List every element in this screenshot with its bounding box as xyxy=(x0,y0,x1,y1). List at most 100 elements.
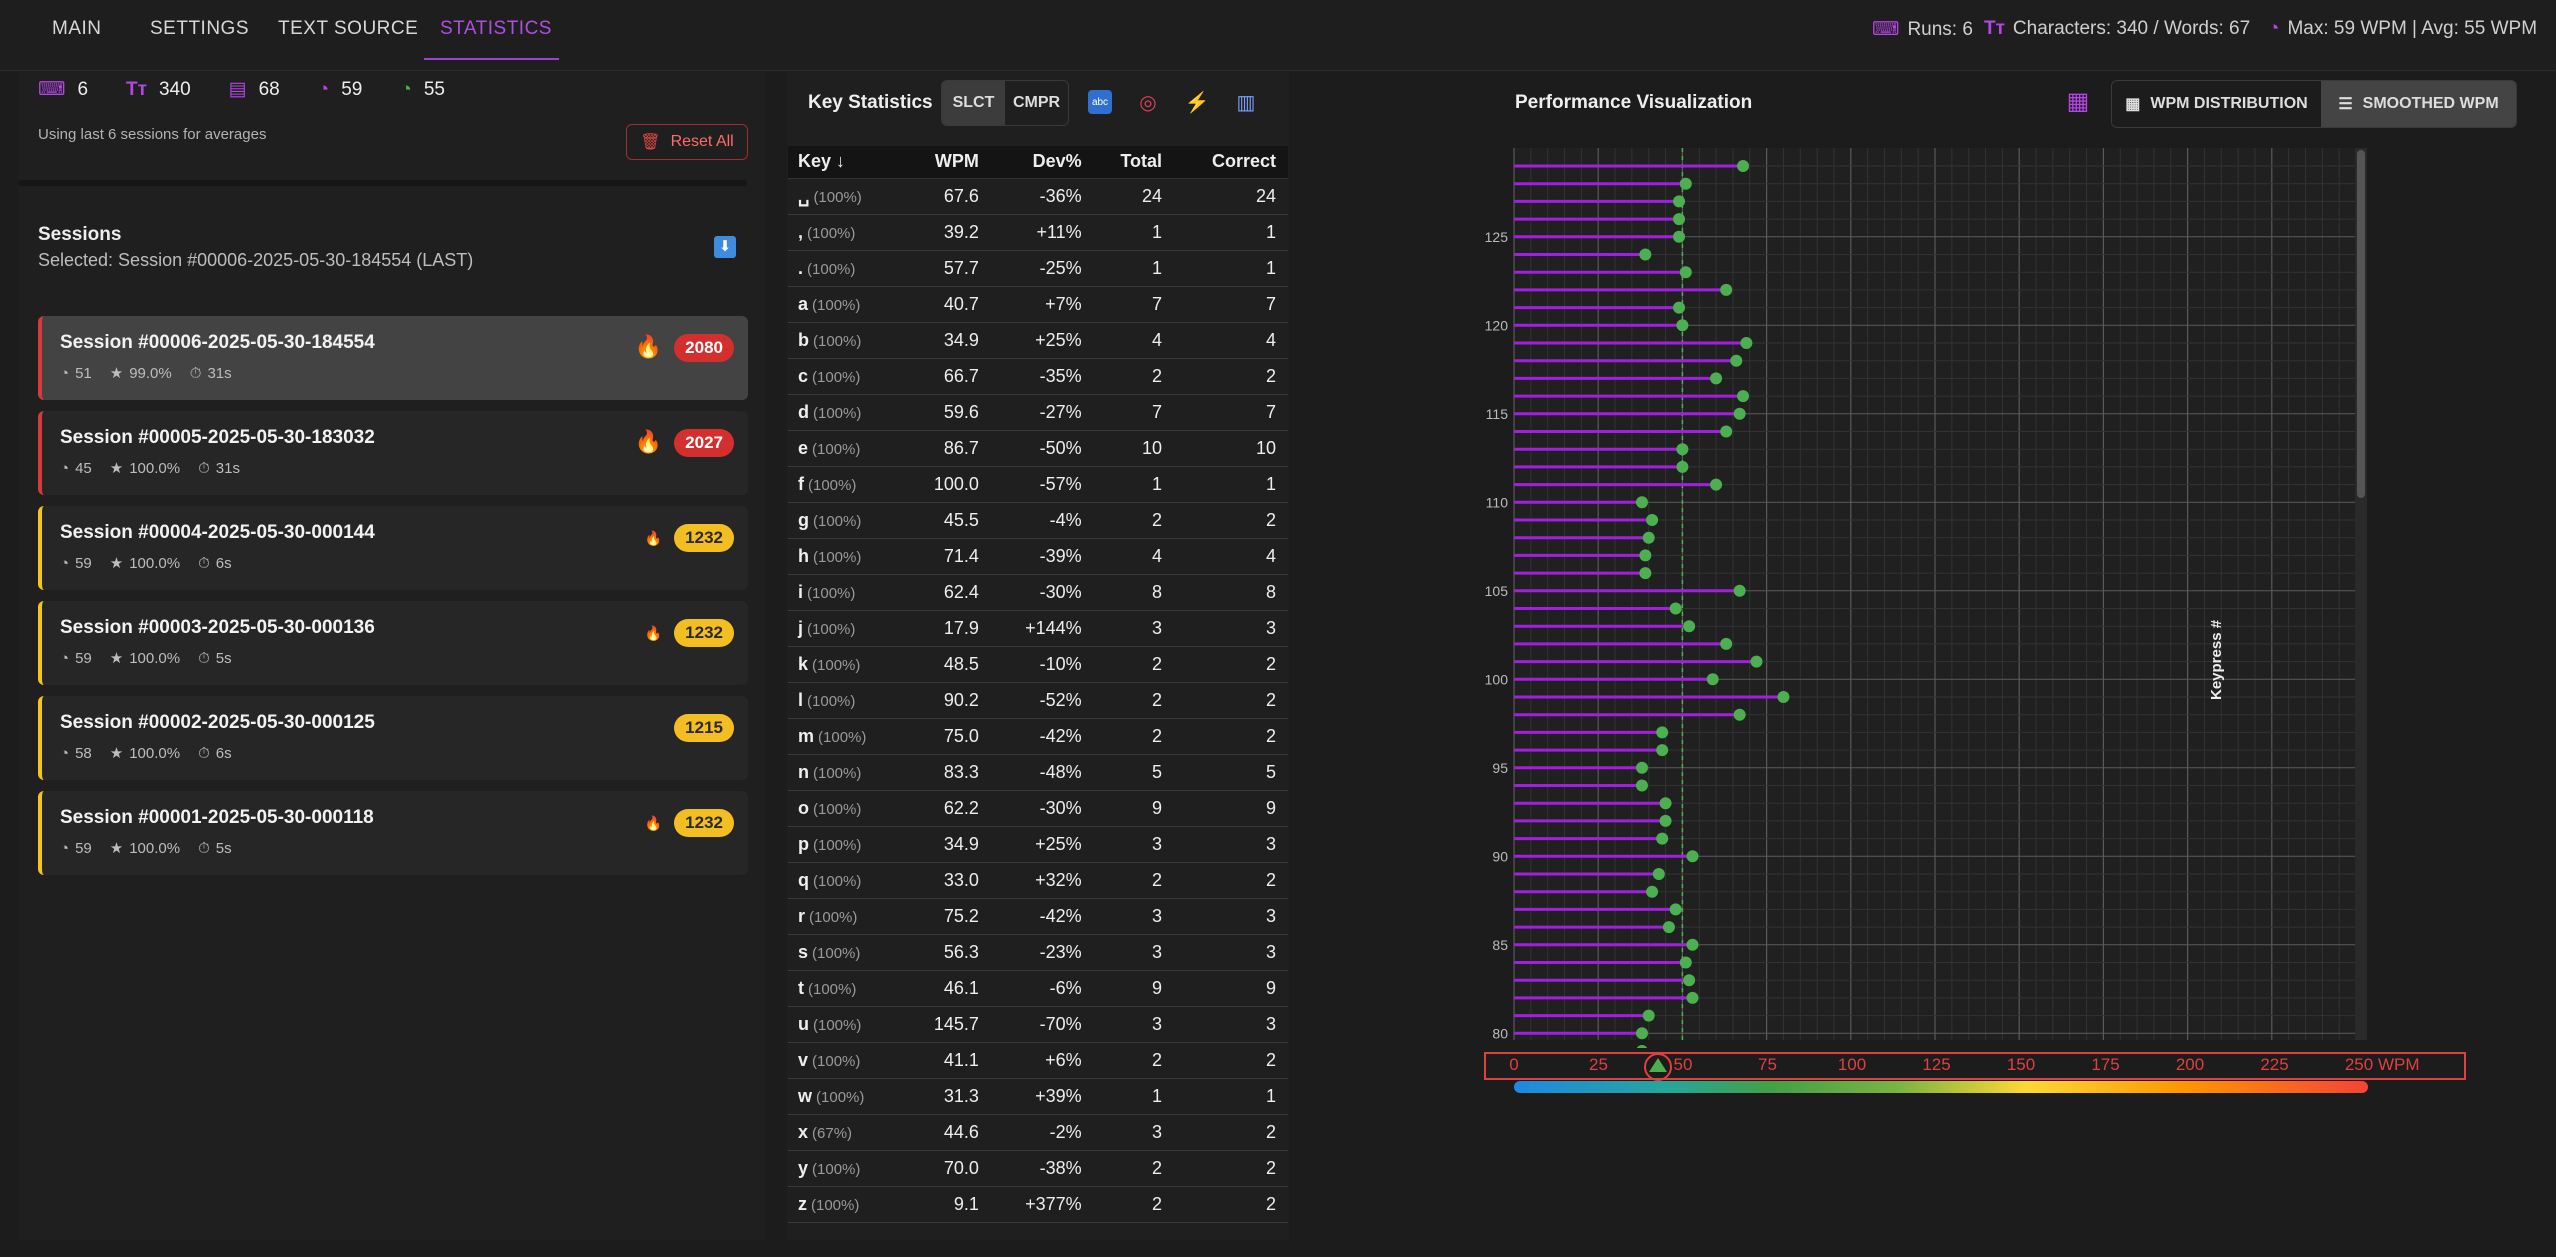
lollipop-dot xyxy=(1733,708,1746,721)
col-total-header[interactable]: Total xyxy=(1093,146,1175,179)
y-tick-label: 115 xyxy=(1486,406,1509,422)
wpm-cell: 57.7 xyxy=(905,250,991,287)
lollipop-dot xyxy=(1679,266,1692,279)
table-row[interactable]: o (100%) 62.2 -30% 9 9 xyxy=(788,790,1288,827)
lollipop-dot xyxy=(1676,460,1689,473)
table-row[interactable]: v (100%) 41.1 +6% 2 2 xyxy=(788,1042,1288,1079)
total-cell: 1 xyxy=(1093,1078,1175,1115)
col-key-header[interactable]: Key ↓ xyxy=(788,146,906,179)
lollipop-dot xyxy=(1679,956,1692,969)
target-icon[interactable]: ◎ xyxy=(1136,90,1160,114)
table-row[interactable]: ␣ (100%) 67.6 -36% 24 24 xyxy=(788,178,1288,215)
summary-stats: ⌨ 6 Tт 340 ▤ 68 ◔ 59 ◔ 55 xyxy=(38,78,445,101)
abc-icon[interactable]: abc xyxy=(1088,90,1112,114)
table-row[interactable]: c (100%) 66.7 -35% 2 2 xyxy=(788,358,1288,395)
correct-cell: 2 xyxy=(1174,358,1288,395)
dev-cell: -52% xyxy=(990,682,1094,719)
wpm-cell: 31.3 xyxy=(905,1078,991,1115)
x-tick-label: 125 xyxy=(1922,1055,1951,1074)
correct-cell: 9 xyxy=(1174,970,1288,1007)
session-time: ⏱ 31s xyxy=(189,364,232,382)
table-row[interactable]: r (100%) 75.2 -42% 3 3 xyxy=(788,898,1288,935)
key-cell: . (100%) xyxy=(788,250,906,287)
table-row[interactable]: s (100%) 56.3 -23% 3 3 xyxy=(788,934,1288,971)
table-row[interactable]: f (100%) 100.0 -57% 1 1 xyxy=(788,466,1288,503)
bar-chart-icon[interactable]: ▥ xyxy=(1234,90,1258,114)
table-row[interactable]: l (100%) 90.2 -52% 2 2 xyxy=(788,682,1288,719)
session-meta: ◔ 51 ★ 99.0% ⏱ 31s xyxy=(60,364,232,383)
table-row[interactable]: g (100%) 45.5 -4% 2 2 xyxy=(788,502,1288,539)
text-size-icon: Tт xyxy=(126,78,147,100)
session-score-badge: 2080 xyxy=(674,334,734,362)
wpm-cell: 100.0 xyxy=(905,466,991,503)
tab-main[interactable]: MAIN xyxy=(52,0,102,60)
x-tick-label: 225 xyxy=(2260,1055,2289,1074)
table-row[interactable]: i (100%) 62.4 -30% 8 8 xyxy=(788,574,1288,611)
table-row[interactable]: . (100%) 57.7 -25% 1 1 xyxy=(788,250,1288,287)
col-dev-header[interactable]: Dev% xyxy=(990,146,1094,179)
key-cell: m (100%) xyxy=(788,718,906,755)
table-row[interactable]: y (100%) 70.0 -38% 2 2 xyxy=(788,1150,1288,1187)
lollipop-dot xyxy=(1730,354,1743,367)
table-row[interactable]: j (100%) 17.9 +144% 3 3 xyxy=(788,610,1288,647)
table-row[interactable]: b (100%) 34.9 +25% 4 4 xyxy=(788,322,1288,359)
total-cell: 2 xyxy=(1093,862,1175,899)
table-row[interactable]: m (100%) 75.0 -42% 2 2 xyxy=(788,718,1288,755)
tab-text-source[interactable]: TEXT SOURCE xyxy=(278,0,418,60)
table-row[interactable]: u (100%) 145.7 -70% 3 3 xyxy=(788,1006,1288,1043)
lollipop-dot xyxy=(1639,248,1652,261)
reset-all-button[interactable]: 🗑 Reset All xyxy=(626,124,748,160)
lightning-icon[interactable]: ⚡ xyxy=(1185,90,1210,114)
lollipop-dot xyxy=(1635,496,1648,509)
averages-note: Using last 6 sessions for averages xyxy=(38,126,267,143)
wpm-cell: 17.9 xyxy=(905,610,991,647)
table-row[interactable]: z (100%) 9.1 +377% 2 2 xyxy=(788,1186,1288,1223)
x-tick-label: 25 xyxy=(1589,1055,1608,1074)
session-item[interactable]: Session #00006-2025-05-30-184554 ◔ 51 ★ 99.0… xyxy=(38,316,748,400)
table-row[interactable]: p (100%) 34.9 +25% 3 3 xyxy=(788,826,1288,863)
tab-settings[interactable]: SETTINGS xyxy=(150,0,249,60)
dev-cell: +377% xyxy=(990,1186,1094,1223)
header-chars-words: Tт Characters: 340 / Words: 67 xyxy=(1984,18,2251,39)
table-row[interactable]: w (100%) 31.3 +39% 1 1 xyxy=(788,1078,1288,1115)
table-row[interactable]: , (100%) 39.2 +11% 1 1 xyxy=(788,214,1288,251)
download-icon[interactable]: ⬇ xyxy=(714,236,736,258)
document-icon: ▤ xyxy=(228,79,247,100)
dev-cell: -10% xyxy=(990,646,1094,683)
wpm-cell: 33.0 xyxy=(905,862,991,899)
table-row[interactable]: t (100%) 46.1 -6% 9 9 xyxy=(788,970,1288,1007)
col-wpm-header[interactable]: WPM xyxy=(905,146,991,179)
table-row[interactable]: h (100%) 71.4 -39% 4 4 xyxy=(788,538,1288,575)
lollipop-dot xyxy=(1686,850,1699,863)
tab-statistics[interactable]: STATISTICS xyxy=(424,0,559,60)
fire-icon: 🔥 xyxy=(634,334,662,359)
session-item[interactable]: Session #00004-2025-05-30-000144 ◔ 59 ★ 100.… xyxy=(38,506,748,590)
slct-button[interactable]: SLCT xyxy=(942,81,1005,125)
total-cell: 7 xyxy=(1093,394,1175,431)
grid-icon[interactable]: ▦ xyxy=(2064,88,2092,116)
total-cell: 3 xyxy=(1093,898,1175,935)
cmpr-button[interactable]: CMPR xyxy=(1005,81,1068,125)
wpm-distribution-button[interactable]: ▦ WPM DISTRIBUTION xyxy=(2112,81,2321,127)
table-row[interactable]: e (100%) 86.7 -50% 10 10 xyxy=(788,430,1288,467)
lollipop-dot xyxy=(1710,478,1723,491)
table-row[interactable]: d (100%) 59.6 -27% 7 7 xyxy=(788,394,1288,431)
session-item[interactable]: Session #00005-2025-05-30-183032 ◔ 45 ★ 100.… xyxy=(38,411,748,495)
chart-scrollbar-thumb[interactable] xyxy=(2357,150,2365,498)
list-icon: ☰ xyxy=(2338,96,2353,113)
table-row[interactable]: n (100%) 83.3 -48% 5 5 xyxy=(788,754,1288,791)
total-cell: 2 xyxy=(1093,1042,1175,1079)
table-row[interactable]: a (100%) 40.7 +7% 7 7 xyxy=(788,286,1288,323)
speedometer-icon: ◔ xyxy=(60,649,70,667)
lollipop-dot xyxy=(1635,1027,1648,1040)
smoothed-wpm-button[interactable]: ☰ SMOOTHED WPM xyxy=(2320,81,2516,127)
table-row[interactable]: q (100%) 33.0 +32% 2 2 xyxy=(788,862,1288,899)
session-item[interactable]: Session #00001-2025-05-30-000118 ◔ 59 ★ 100.… xyxy=(38,791,748,875)
col-correct-header[interactable]: Correct xyxy=(1174,146,1288,179)
table-row[interactable]: x (67%) 44.6 -2% 3 2 xyxy=(788,1114,1288,1151)
session-item[interactable]: Session #00003-2025-05-30-000136 ◔ 59 ★ 100.… xyxy=(38,601,748,685)
table-row[interactable]: k (100%) 48.5 -10% 2 2 xyxy=(788,646,1288,683)
session-item[interactable]: Session #00002-2025-05-30-000125 ◔ 58 ★ 100.… xyxy=(38,696,748,780)
session-accuracy: ★ 100.0% xyxy=(109,839,181,858)
wpm-cell: 67.6 xyxy=(905,178,991,215)
